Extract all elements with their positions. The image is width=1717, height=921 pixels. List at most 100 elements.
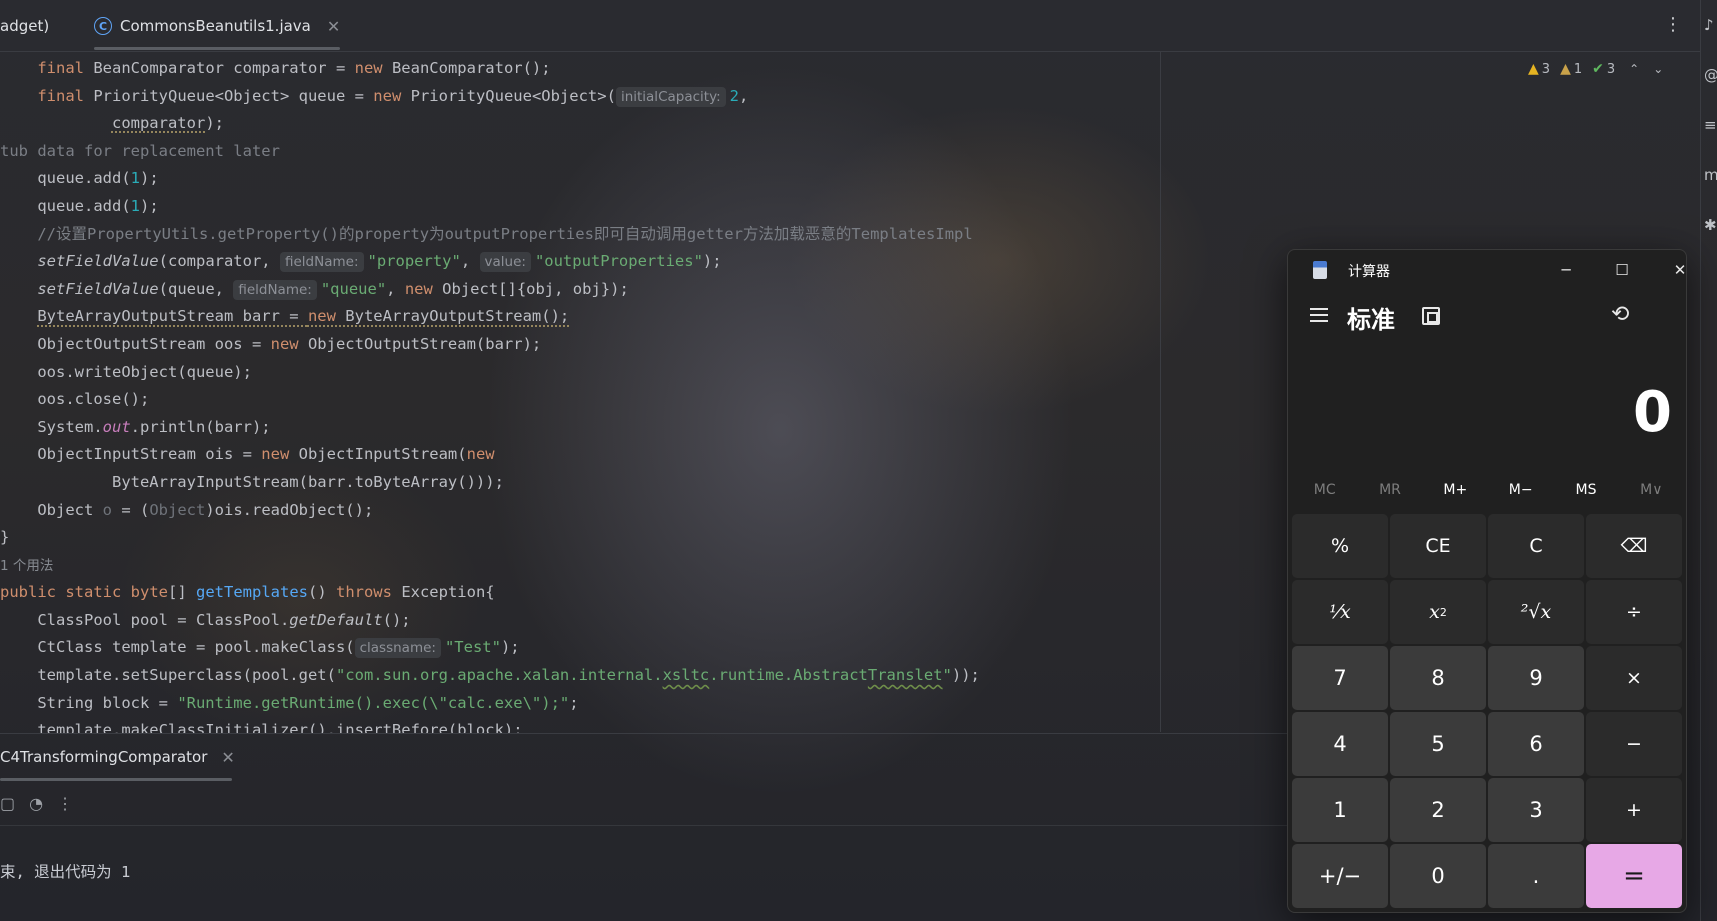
plugin-icon[interactable]: ✱	[1704, 216, 1717, 234]
calculator-header: 标准 ⟲	[1288, 294, 1686, 342]
camera-icon[interactable]: ◔	[29, 794, 43, 813]
square-root-button[interactable]: ²√x	[1488, 580, 1584, 644]
memory-subtract-button[interactable]: M−	[1488, 474, 1553, 506]
code-editor[interactable]: final BeanComparator comparator = new Be…	[0, 55, 1280, 733]
menu-icon[interactable]	[1310, 308, 1328, 322]
calculator-titlebar[interactable]: 计算器 ─ ☐ ✕	[1288, 250, 1686, 290]
tab-previous[interactable]: adget)	[0, 0, 49, 52]
weak-warnings-count[interactable]: ▲ 1	[1560, 61, 1582, 77]
calculator-window: 计算器 ─ ☐ ✕ 标准 ⟲ 0 MC MR M+ M− MS M∨ % CE …	[1287, 249, 1687, 913]
tab-label: adget)	[0, 17, 50, 35]
code-line: }	[0, 528, 10, 547]
maven-icon[interactable]: m	[1704, 166, 1717, 184]
more-options-icon[interactable]: ⋮	[57, 794, 73, 813]
memory-recall-button[interactable]: MR	[1357, 474, 1422, 506]
calculator-display: 0	[1633, 380, 1672, 445]
digit-3-button[interactable]: 3	[1488, 778, 1584, 842]
notifications-icon[interactable]: ♪	[1704, 16, 1714, 34]
code-line: ByteArrayInputStream(barr.toByteArray())…	[111, 472, 504, 491]
code-line: template.setSuperclass(pool.get("com.sun…	[37, 666, 980, 685]
close-button[interactable]: ✕	[1658, 256, 1702, 284]
code-line: setFieldValue(queue, fieldName: "queue", …	[37, 279, 629, 300]
memory-add-button[interactable]: M+	[1423, 474, 1488, 506]
mode-title: 标准	[1347, 306, 1395, 334]
weak-warning-icon: ▲	[1560, 61, 1571, 77]
code-line: //设置PropertyUtils.getProperty()的property…	[37, 224, 973, 243]
maximize-button[interactable]: ☐	[1600, 256, 1644, 284]
digit-5-button[interactable]: 5	[1390, 712, 1486, 776]
digit-9-button[interactable]: 9	[1488, 646, 1584, 710]
memory-store-button[interactable]: MS	[1553, 474, 1618, 506]
equals-button[interactable]: =	[1586, 844, 1682, 908]
keep-on-top-icon[interactable]	[1422, 307, 1440, 325]
digit-2-button[interactable]: 2	[1390, 778, 1486, 842]
divide-button[interactable]: ÷	[1586, 580, 1682, 644]
code-line: ClassPool pool = ClassPool.getDefault();	[37, 610, 411, 629]
digit-6-button[interactable]: 6	[1488, 712, 1584, 776]
code-line: final BeanComparator comparator = new Be…	[37, 59, 551, 77]
previous-highlight-icon[interactable]: ⌃	[1629, 62, 1639, 76]
multiply-button[interactable]: ×	[1586, 646, 1682, 710]
code-line: public static byte[] getTemplates() thro…	[0, 583, 495, 602]
digit-7-button[interactable]: 7	[1292, 646, 1388, 710]
code-line: ByteArrayOutputStream barr = new ByteArr…	[37, 307, 570, 326]
keypad: % CE C ⌫ ⅟x x2 ²√x ÷ 7 8 9 × 4 5 6 − 1 2…	[1292, 514, 1686, 908]
code-line: setFieldValue(comparator, fieldName: "pro…	[37, 252, 722, 273]
memory-row: MC MR M+ M− MS M∨	[1292, 474, 1684, 506]
active-tab-indicator	[94, 47, 341, 50]
history-icon[interactable]: ⟲	[1611, 302, 1629, 327]
tab-commons-beanutils[interactable]: C CommonsBeanutils1.java ✕	[94, 0, 341, 52]
code-line: ObjectInputStream ois = new ObjectInputS…	[37, 445, 495, 464]
parameter-hint: fieldName:	[233, 279, 317, 300]
code-line: oos.writeObject(queue);	[37, 362, 252, 381]
reciprocal-button[interactable]: ⅟x	[1292, 580, 1388, 644]
more-options-icon[interactable]: ⋮	[1664, 14, 1682, 35]
java-class-icon: C	[94, 17, 112, 35]
code-line: 1 个用法	[0, 552, 1280, 580]
square-button[interactable]: x2	[1390, 580, 1486, 644]
run-tab-label: C4TransformingComparator	[0, 748, 208, 766]
code-line: ObjectOutputStream oos = new ObjectOutpu…	[37, 334, 542, 353]
close-icon[interactable]: ✕	[221, 748, 234, 767]
code-line: queue.add(1);	[37, 196, 159, 215]
code-line: final PriorityQueue<Object> queue = new …	[37, 86, 749, 107]
digit-1-button[interactable]: 1	[1292, 778, 1388, 842]
code-line: System.out.println(barr);	[37, 417, 271, 436]
layout-icon[interactable]: ▢	[0, 794, 15, 813]
memory-clear-button[interactable]: MC	[1292, 474, 1357, 506]
code-line: String block = "Runtime.getRuntime().exe…	[37, 693, 579, 712]
clear-button[interactable]: C	[1488, 514, 1584, 578]
run-tab[interactable]: C4TransformingComparator ✕	[0, 734, 235, 780]
close-icon[interactable]: ✕	[327, 17, 340, 36]
percent-button[interactable]: %	[1292, 514, 1388, 578]
subtract-button[interactable]: −	[1586, 712, 1682, 776]
database-icon[interactable]: ≡	[1704, 116, 1717, 134]
next-highlight-icon[interactable]: ⌄	[1653, 62, 1663, 76]
negate-button[interactable]: +/−	[1292, 844, 1388, 908]
calculator-title: 计算器	[1348, 264, 1390, 280]
tab-label: CommonsBeanutils1.java	[120, 17, 311, 35]
code-line: oos.close();	[37, 390, 150, 409]
backspace-button[interactable]: ⌫	[1586, 514, 1682, 578]
code-line: CtClass template = pool.makeClass(classn…	[37, 638, 520, 659]
digit-0-button[interactable]: 0	[1390, 844, 1486, 908]
right-tool-strip: ♪ @ ≡ m ✱	[1700, 0, 1717, 921]
decimal-button[interactable]: .	[1488, 844, 1584, 908]
warning-icon: ▲	[1528, 61, 1539, 77]
editor-tab-bar: adget) C CommonsBeanutils1.java ✕ ⋮	[0, 0, 1700, 52]
clear-entry-button[interactable]: CE	[1390, 514, 1486, 578]
ai-assistant-icon[interactable]: @	[1704, 66, 1717, 84]
usages-hint[interactable]: 1 个用法	[0, 558, 53, 574]
digit-4-button[interactable]: 4	[1292, 712, 1388, 776]
code-line: Object o = (Object)ois.readObject();	[37, 500, 374, 519]
digit-8-button[interactable]: 8	[1390, 646, 1486, 710]
add-button[interactable]: +	[1586, 778, 1682, 842]
active-tab-indicator	[0, 778, 232, 781]
memory-list-button[interactable]: M∨	[1619, 474, 1684, 506]
run-tool-window: C4TransformingComparator ✕ ▢ ◔ ⋮ 束, 退出代码…	[0, 733, 1290, 921]
code-line: queue.add(1);	[37, 169, 159, 188]
warnings-count[interactable]: ▲ 3	[1528, 61, 1550, 77]
inspection-widget[interactable]: ▲ 3 ▲ 1 ✔ 3 ⌃ ⌄	[1528, 58, 1663, 80]
minimize-button[interactable]: ─	[1544, 256, 1588, 284]
ok-count[interactable]: ✔ 3	[1592, 61, 1615, 77]
